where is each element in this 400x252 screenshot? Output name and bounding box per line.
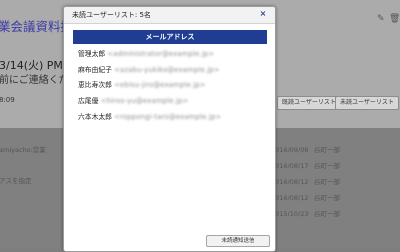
sidebar-item[interactable]: amiyacho:営業	[0, 144, 46, 154]
list-row[interactable]: 2016/08/12 谷町一部	[271, 176, 340, 186]
dialog-title: 未読ユーザーリスト: 5名	[72, 11, 151, 19]
recipient-list: 管理太郎 <administrator@example.jp> 麻布由紀子 <a…	[78, 48, 221, 126]
list-row[interactable]: 2016/08/12 谷町一部	[271, 192, 340, 202]
recipient-email: <ebisu-jiro@example.jp>	[114, 81, 206, 90]
row-dept: 谷町一部	[314, 146, 340, 154]
row-dept: 谷町一部	[314, 210, 340, 218]
recipient-name: 恵比寿次郎	[78, 81, 112, 90]
row-dept: 谷町一部	[314, 194, 340, 202]
recipient-email: <azabu-yukiko@example.jp>	[114, 65, 220, 74]
email-column-header: メールアドレス	[73, 30, 267, 44]
close-icon[interactable]: ×	[258, 9, 268, 19]
recipient-email: <hiroo-yu@example.jp>	[100, 97, 189, 106]
recipient-row: 管理太郎 <administrator@example.jp>	[78, 48, 221, 60]
row-dept: 谷町一部	[314, 178, 340, 186]
background-timestamp: 8:09	[0, 96, 15, 104]
sidebar-item[interactable]: アスを指定	[0, 175, 32, 185]
send-unread-notice-button[interactable]: 未読通知送信	[206, 235, 270, 247]
recipient-row: 麻布由紀子 <azabu-yukiko@example.jp>	[78, 64, 221, 76]
row-date: 2016/08/12	[271, 194, 309, 202]
list-row[interactable]: 2016/09/06 谷町一部	[271, 144, 340, 154]
recipient-name: 広尾優	[78, 97, 99, 106]
row-date: 2015/10/23	[271, 210, 309, 218]
dialog-header: 未読ユーザーリスト: 5名 ×	[64, 7, 275, 24]
recipient-name: 六本木太郎	[78, 112, 112, 121]
recipient-row: 六本木太郎 <roppongi-taro@example.jp>	[78, 111, 221, 123]
recipient-row: 広尾優 <hiroo-yu@example.jp>	[78, 95, 221, 107]
row-date: 2016/08/12	[271, 178, 309, 186]
recipient-name: 麻布由紀子	[78, 65, 112, 74]
pencil-icon[interactable]: ✎	[377, 14, 385, 24]
unread-users-dialog: 未読ユーザーリスト: 5名 × メールアドレス 管理太郎 <administra…	[63, 6, 276, 252]
recipient-name: 管理太郎	[78, 50, 106, 58]
recipient-email: <administrator@example.jp>	[107, 50, 215, 58]
unread-users-button[interactable]: 未読ユーザーリスト	[335, 96, 399, 110]
row-date: 2016/09/06	[271, 146, 309, 154]
row-dept: 谷町一部	[314, 162, 340, 170]
list-row[interactable]: 2015/10/23 谷町一部	[271, 208, 340, 218]
list-row[interactable]: 2016/08/17 谷町一部	[271, 160, 340, 170]
recipient-email: <roppongi-taro@example.jp>	[114, 112, 222, 121]
recipient-row: 恵比寿次郎 <ebisu-jiro@example.jp>	[78, 79, 221, 91]
row-date: 2016/08/17	[271, 162, 309, 170]
delete-icon[interactable]: 🗑	[389, 14, 400, 24]
read-users-button[interactable]: 既読ユーザーリスト	[277, 96, 341, 110]
